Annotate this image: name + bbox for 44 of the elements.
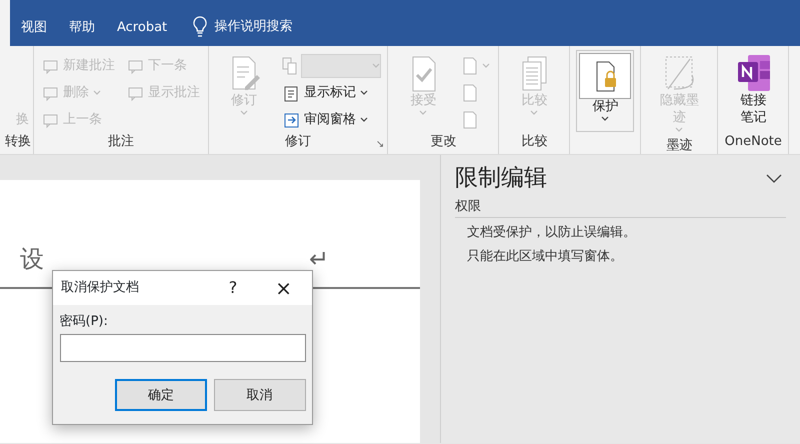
- pane-title: 限制编辑: [455, 165, 547, 193]
- caret-icon: [372, 63, 380, 69]
- pane-icon: [283, 112, 300, 128]
- ribbon-tab[interactable]: 帮助: [58, 18, 106, 38]
- lightbulb-icon: [192, 16, 208, 38]
- ok-button[interactable]: 确定: [115, 379, 207, 412]
- group-label: 转换: [5, 134, 31, 149]
- group-label: 墨迹: [666, 138, 692, 153]
- comment-icon: [127, 84, 144, 102]
- password-field[interactable]: [60, 334, 306, 362]
- close-button[interactable]: ×: [271, 273, 296, 303]
- pane-text: 文档受保护，以防止误编辑。: [467, 225, 636, 240]
- document-icon: [462, 84, 478, 102]
- ribbon-button[interactable]: 保护: [576, 50, 634, 132]
- dialog-launcher[interactable]: ↘: [376, 137, 384, 152]
- compare-icon: [281, 56, 298, 76]
- tell-me-search[interactable]: 操作说明搜索: [214, 17, 293, 37]
- help-button[interactable]: ?: [224, 276, 242, 300]
- dialog-title: 取消保护文档: [61, 279, 139, 298]
- chevron-down-icon[interactable]: [766, 174, 782, 184]
- document-text: ↵: [309, 246, 330, 272]
- ribbon-button[interactable]: 链接笔记: [724, 50, 782, 132]
- document-icon: [283, 84, 300, 102]
- field-label: 密码(P):: [60, 312, 109, 330]
- document-icon: [462, 57, 478, 75]
- ribbon-tab[interactable]: [0, 0, 10, 46]
- document-icon: [462, 111, 478, 129]
- pane-text: 只能在此区域中填写窗体。: [467, 249, 623, 264]
- comment-icon: [127, 58, 144, 74]
- comment-icon: [42, 58, 59, 74]
- group-label: 修订: [285, 134, 312, 149]
- comment-icon: [42, 112, 59, 128]
- ribbon-tab[interactable]: Acrobat: [106, 18, 178, 38]
- section-heading: 权限: [455, 198, 481, 214]
- ribbon-button[interactable]: 审阅窗格: [281, 108, 382, 132]
- group-label: 更改: [430, 134, 456, 149]
- cancel-button[interactable]: 取消: [214, 379, 306, 412]
- ribbon-button[interactable]: 显示标记: [281, 81, 382, 105]
- group-label: 批注: [108, 134, 134, 149]
- comment-icon: [42, 84, 59, 102]
- group-label: 比较: [521, 134, 548, 149]
- document-text: 设: [20, 246, 44, 272]
- group-label: OneNote: [724, 134, 782, 149]
- ribbon-tab[interactable]: 视图: [10, 18, 58, 38]
